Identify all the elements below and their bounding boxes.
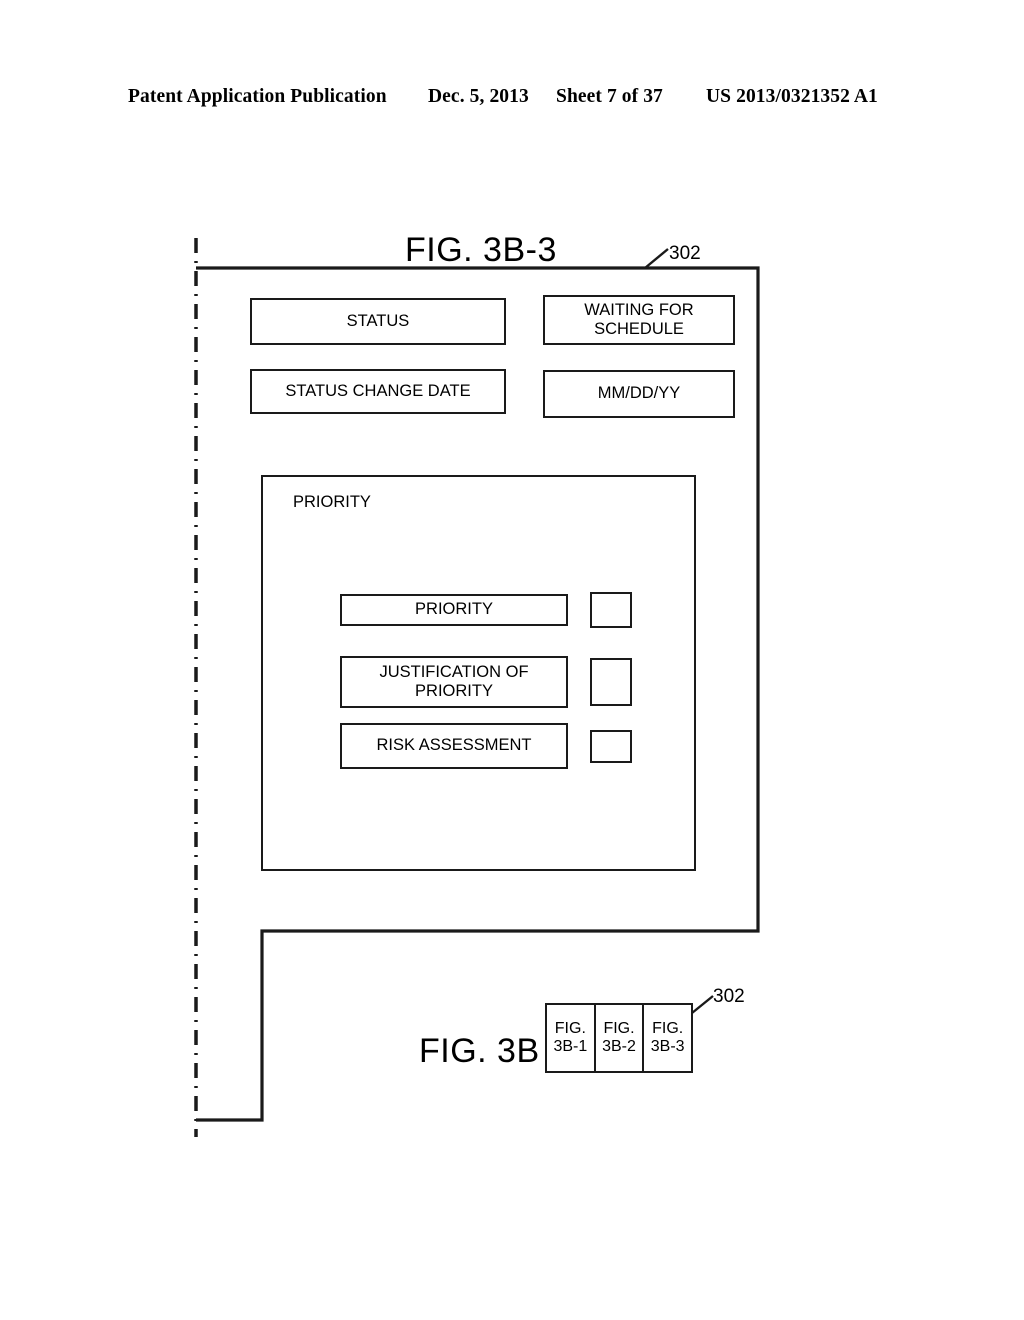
status-change-date-value-text: MM/DD/YY: [597, 384, 681, 403]
reference-numeral-302-key: 302: [713, 986, 745, 1007]
justification-of-priority-value-box[interactable]: [590, 658, 632, 706]
status-change-date-value-box[interactable]: MM/DD/YY: [543, 370, 735, 418]
figure-title: FIG. 3B-3: [405, 231, 557, 269]
priority-item-label-box: PRIORITY: [340, 594, 568, 626]
status-label-box: STATUS: [250, 298, 506, 345]
key-cell-3b-1-line2: 3B-1: [553, 1038, 588, 1055]
justification-of-priority-label-box: JUSTIFICATION OF PRIORITY: [340, 656, 568, 708]
key-cell-3b-2[interactable]: FIG. 3B-2: [596, 1005, 645, 1071]
status-label-text: STATUS: [346, 311, 410, 330]
status-value-box[interactable]: WAITING FOR SCHEDULE: [543, 295, 735, 345]
key-cell-3b-3-line1: FIG.: [652, 1020, 684, 1038]
priority-group-label: PRIORITY: [293, 493, 371, 511]
key-cell-3b-2-line2: 3B-2: [602, 1038, 636, 1055]
status-value-text: WAITING FOR SCHEDULE: [584, 300, 694, 338]
justification-of-priority-label-text: JUSTIFICATION OF PRIORITY: [379, 662, 529, 700]
reference-numeral-302-top: 302: [669, 243, 701, 264]
key-cell-3b-1-line1: FIG.: [554, 1020, 586, 1038]
key-grid: FIG. 3B-1 FIG. 3B-2 FIG. 3B-3: [545, 1003, 693, 1073]
leader-line-key: [691, 995, 714, 1014]
risk-assessment-label-text: RISK ASSESSMENT: [376, 736, 532, 755]
status-change-date-label-text: STATUS CHANGE DATE: [285, 381, 471, 400]
key-cell-3b-2-line1: FIG.: [603, 1020, 635, 1038]
key-cell-3b-3-line2: 3B-3: [650, 1038, 685, 1055]
status-change-date-label-box: STATUS CHANGE DATE: [250, 369, 506, 414]
risk-assessment-value-box[interactable]: [590, 730, 632, 763]
risk-assessment-label-box: RISK ASSESSMENT: [340, 723, 568, 769]
key-cell-3b-1[interactable]: FIG. 3B-1: [547, 1005, 596, 1071]
key-figure-title: FIG. 3B: [419, 1032, 540, 1070]
priority-item-value-box[interactable]: [590, 592, 632, 628]
leader-line-top: [644, 248, 669, 269]
priority-item-label-text: PRIORITY: [415, 600, 493, 619]
key-cell-3b-3[interactable]: FIG. 3B-3: [644, 1005, 691, 1071]
